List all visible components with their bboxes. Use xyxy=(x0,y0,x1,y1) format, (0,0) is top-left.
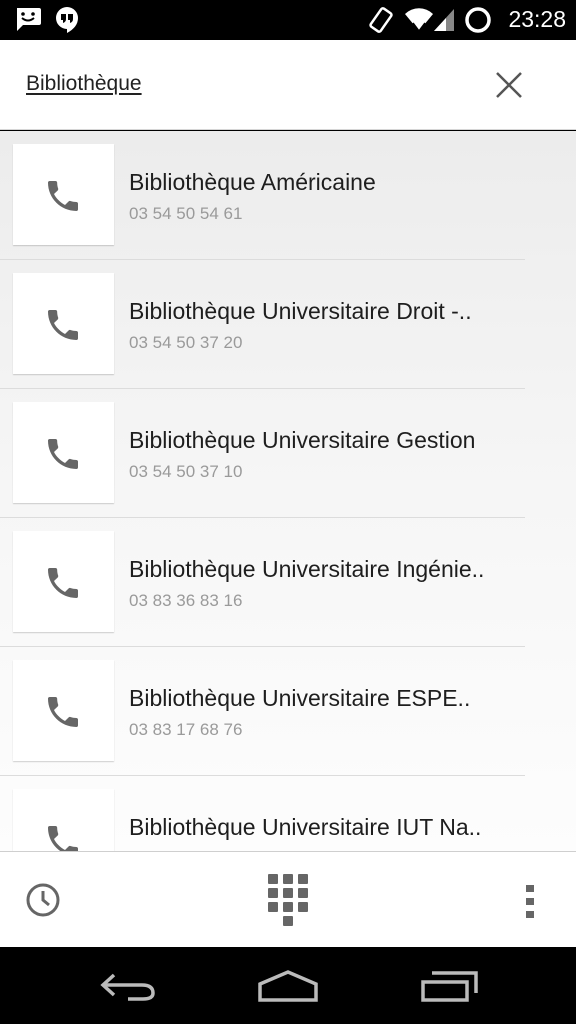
call-button[interactable] xyxy=(13,402,114,503)
contact-number: 03 54 50 37 10 xyxy=(129,462,243,481)
contact-name: Bibliothèque Universitaire Gestion xyxy=(129,427,476,453)
result-row[interactable]: Bibliothèque Universitaire Gestion 03 54… xyxy=(0,389,525,518)
result-row[interactable]: Bibliothèque Universitaire ESPE.. 03 83 … xyxy=(0,647,525,776)
phone-icon xyxy=(48,181,78,211)
wifi-icon xyxy=(404,6,434,36)
result-row[interactable]: Bibliothèque Universitaire Ingénie.. 03 … xyxy=(0,518,525,647)
status-bar: 23:28 xyxy=(0,0,576,40)
phone-icon xyxy=(48,697,78,727)
recents-icon[interactable] xyxy=(420,969,480,1007)
back-icon[interactable] xyxy=(98,971,158,1007)
call-button[interactable] xyxy=(13,660,114,761)
chat-icon xyxy=(14,6,42,36)
home-icon[interactable] xyxy=(256,969,320,1007)
action-bar xyxy=(0,851,576,947)
search-query[interactable]: Bibliothèque xyxy=(26,72,142,96)
call-button[interactable] xyxy=(13,789,114,851)
results-list: Bibliothèque Américaine 03 54 50 54 61 B… xyxy=(0,131,576,851)
contact-number: 03 54 50 37 20 xyxy=(129,333,243,352)
status-time: 23:28 xyxy=(508,6,566,32)
search-header: Bibliothèque xyxy=(0,40,576,130)
contact-number: 03 83 17 68 76 xyxy=(129,720,243,739)
sync-icon xyxy=(464,6,492,38)
close-icon[interactable] xyxy=(492,68,526,102)
call-button[interactable] xyxy=(13,531,114,632)
contact-name: Bibliothèque Universitaire ESPE.. xyxy=(129,685,471,711)
phone-icon xyxy=(48,826,78,851)
navigation-bar xyxy=(0,947,576,1024)
phone-icon xyxy=(48,568,78,598)
result-row[interactable]: Bibliothèque Universitaire Droit -.. 03 … xyxy=(0,260,525,389)
history-icon[interactable] xyxy=(24,881,62,923)
contact-number: 03 54 50 54 61 xyxy=(129,204,243,223)
hangouts-icon xyxy=(54,6,80,38)
signal-icon xyxy=(432,6,456,36)
call-button[interactable] xyxy=(13,273,114,374)
result-row[interactable]: Bibliothèque Universitaire IUT Na.. xyxy=(0,776,525,851)
contact-number: 03 83 36 83 16 xyxy=(129,591,243,610)
overflow-menu-icon[interactable] xyxy=(522,884,538,924)
result-row[interactable]: Bibliothèque Américaine 03 54 50 54 61 xyxy=(0,131,525,260)
phone-icon xyxy=(48,439,78,469)
phone-icon xyxy=(48,310,78,340)
contact-name: Bibliothèque Universitaire Ingénie.. xyxy=(129,556,485,582)
call-button[interactable] xyxy=(13,144,114,245)
contact-name: Bibliothèque Américaine xyxy=(129,169,376,195)
rotation-icon xyxy=(368,6,394,38)
dialpad-icon[interactable] xyxy=(266,872,310,932)
contact-name: Bibliothèque Universitaire Droit -.. xyxy=(129,298,472,324)
contact-name: Bibliothèque Universitaire IUT Na.. xyxy=(129,814,482,840)
